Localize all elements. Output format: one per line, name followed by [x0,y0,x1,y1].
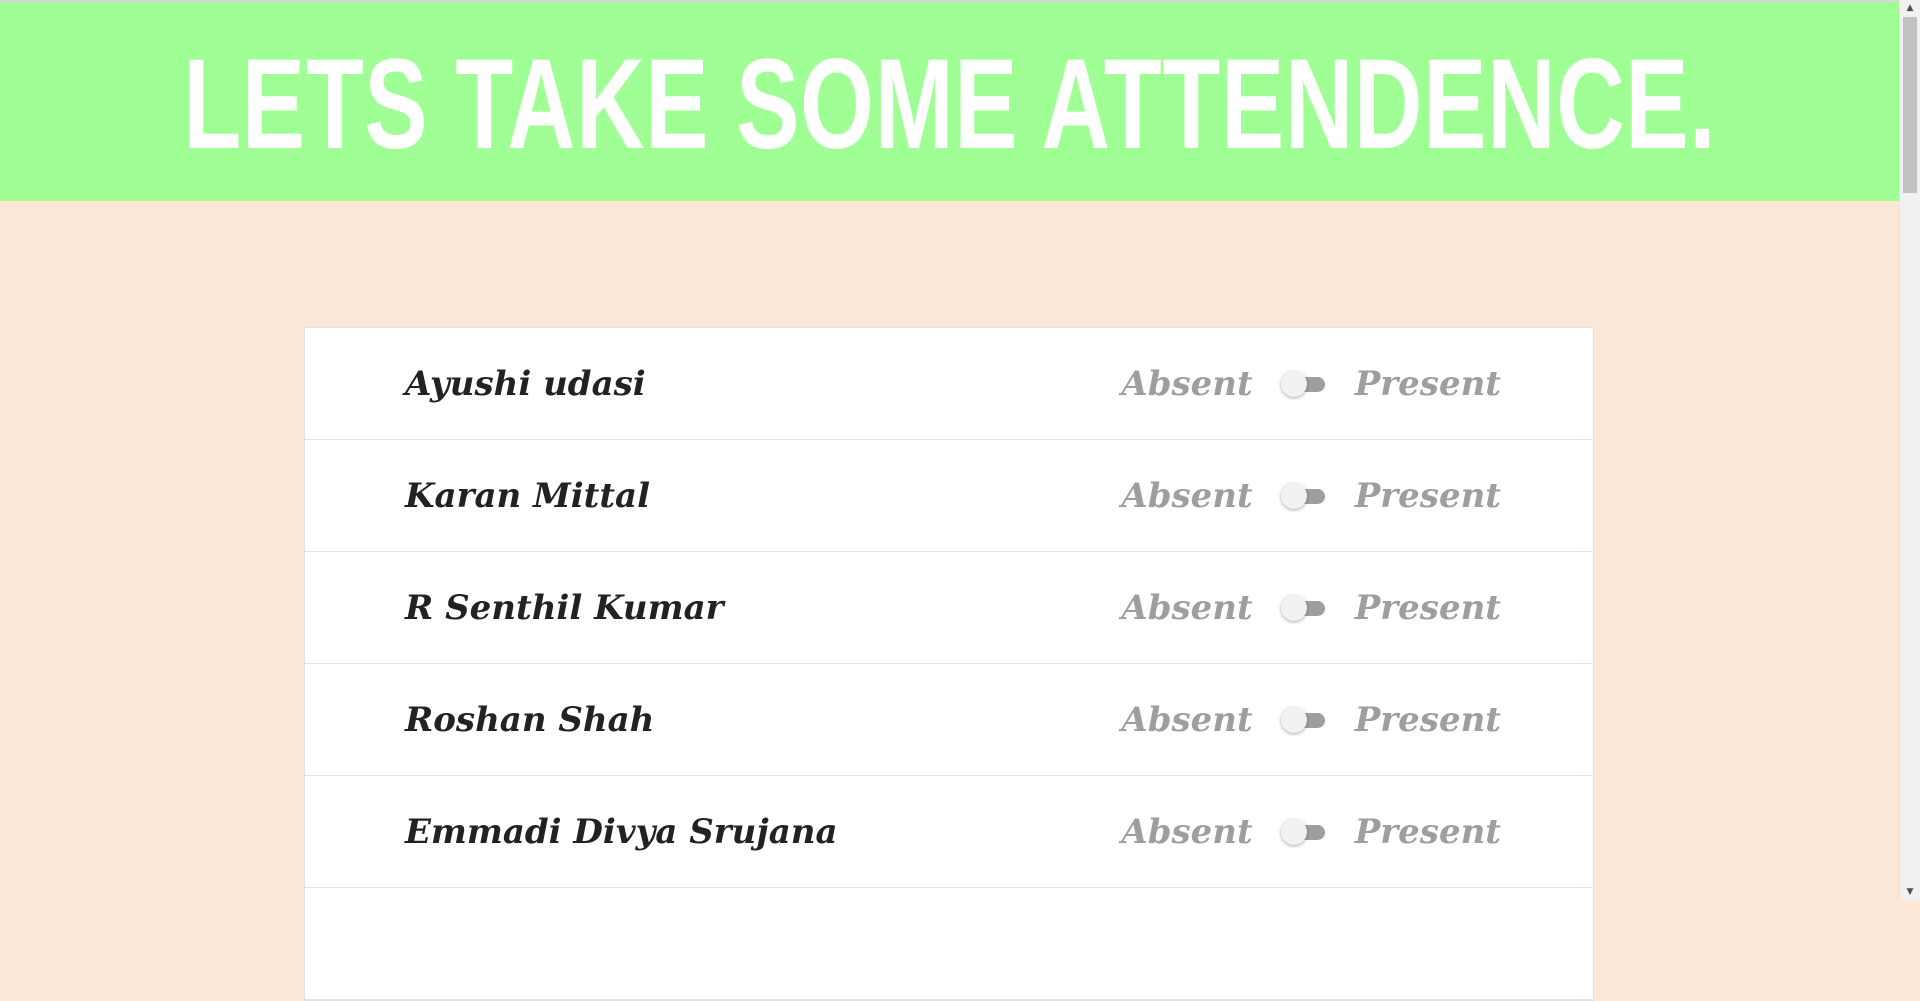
student-row: Ayushi udasi Absent Present [305,328,1593,440]
toggle-knob [1280,482,1307,509]
student-row: Karan Mittal Absent Present [305,440,1593,552]
present-label: Present [1354,363,1501,404]
absent-label: Absent [1121,811,1253,852]
student-name: Karan Mittal [405,475,650,516]
absent-label: Absent [1121,699,1253,740]
absent-label: Absent [1121,475,1253,516]
attendance-status: Absent Present [1121,588,1501,628]
page-header: LETS TAKE SOME ATTENDENCE. [0,0,1899,201]
student-name: Emmadi Divya Srujana [405,811,838,852]
toggle-knob [1280,594,1307,621]
student-name: Roshan Shah [405,699,655,740]
student-row: Roshan Shah Absent Present [305,664,1593,776]
scroll-up-icon[interactable]: ▲ [1900,0,1920,16]
attendance-status: Absent Present [1121,476,1501,516]
attendance-status: Absent Present [1121,364,1501,404]
student-row: R Senthil Kumar Absent Present [305,552,1593,664]
scrollbar-thumb[interactable] [1903,17,1917,193]
present-label: Present [1354,587,1501,628]
page-title: LETS TAKE SOME ATTENDENCE. [182,32,1717,176]
student-row [305,888,1593,1000]
attendance-toggle[interactable] [1280,482,1327,510]
student-name: Ayushi udasi [405,363,646,404]
scroll-down-icon[interactable]: ▼ [1900,884,1920,900]
attendance-status: Absent Present [1121,700,1501,740]
absent-label: Absent [1121,587,1253,628]
toggle-knob [1280,706,1307,733]
present-label: Present [1354,475,1501,516]
absent-label: Absent [1121,363,1253,404]
attendance-toggle[interactable] [1280,818,1327,846]
page-scrollbar[interactable]: ▲ ▼ [1899,0,1920,900]
toggle-knob [1280,370,1307,397]
attendance-toggle[interactable] [1280,370,1327,398]
attendance-toggle[interactable] [1280,594,1327,622]
present-label: Present [1354,699,1501,740]
student-row: Emmadi Divya Srujana Absent Present [305,776,1593,888]
attendance-toggle[interactable] [1280,706,1327,734]
attendance-status: Absent Present [1121,812,1501,852]
student-name: R Senthil Kumar [405,587,724,628]
present-label: Present [1354,811,1501,852]
toggle-knob [1280,818,1307,845]
